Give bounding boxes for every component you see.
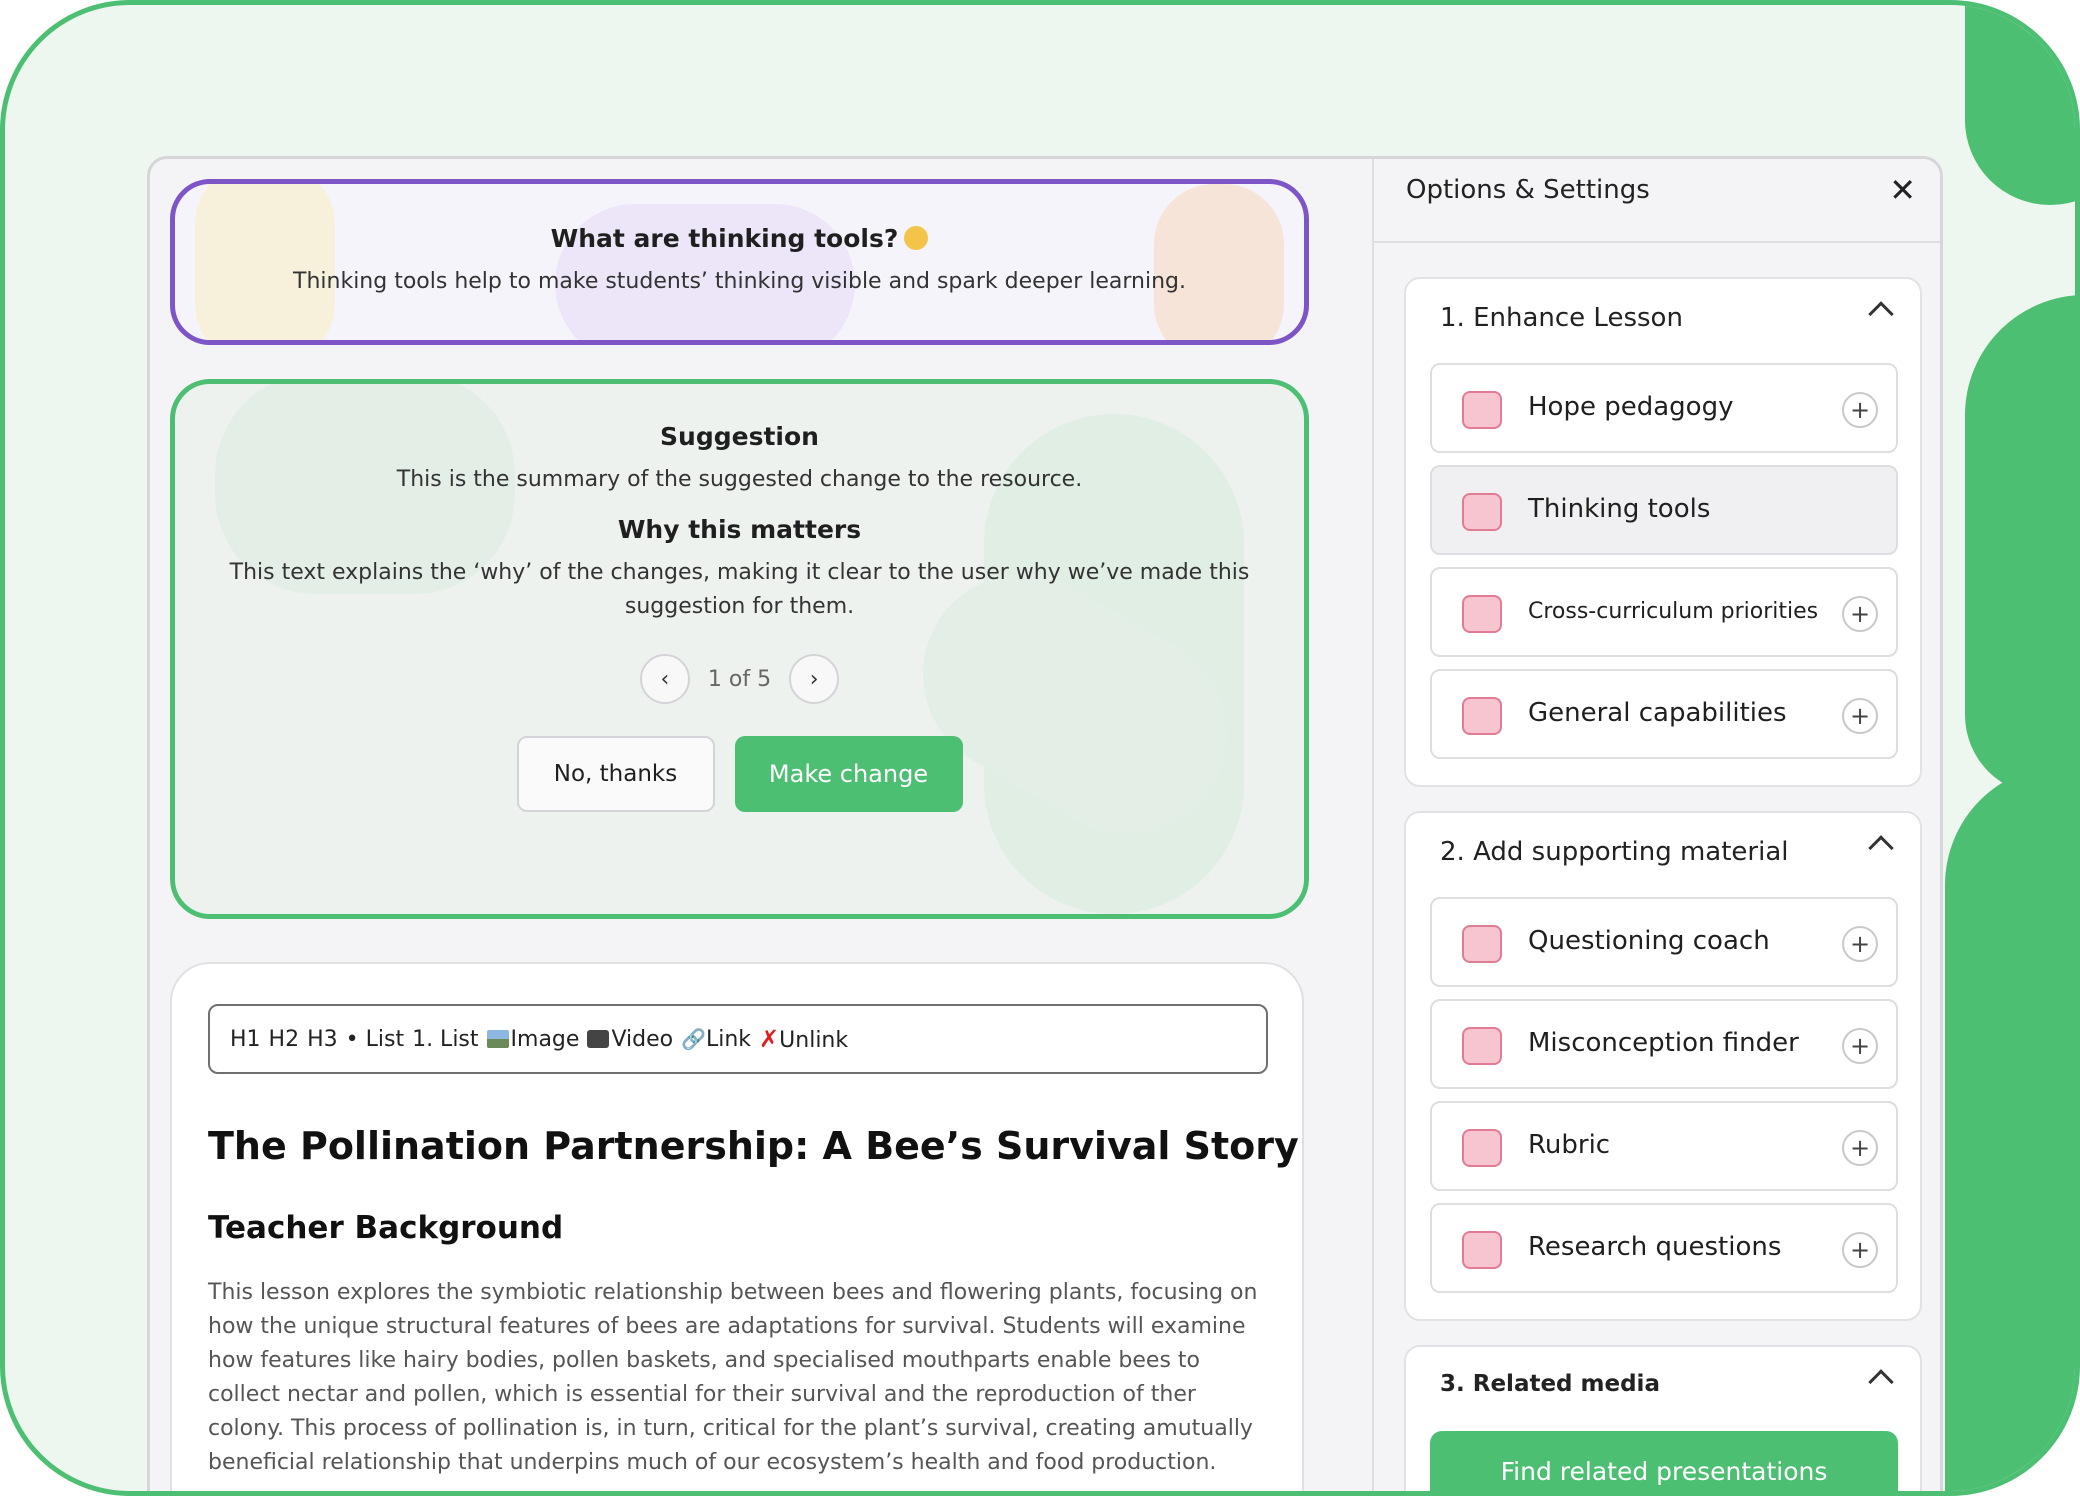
hope-pedagogy-icon bbox=[1462, 391, 1502, 429]
close-icon[interactable]: ✕ bbox=[1889, 171, 1916, 209]
panel-title: Options & Settings bbox=[1406, 175, 1650, 205]
cross-icon: ✗ bbox=[759, 1025, 780, 1053]
chevron-right-icon: › bbox=[809, 666, 819, 692]
option-thinking-tools[interactable]: Thinking tools bbox=[1430, 465, 1898, 555]
open-book-icon bbox=[1462, 1231, 1502, 1269]
video-camera-icon bbox=[587, 1029, 610, 1048]
link-button[interactable]: 🔗Link bbox=[681, 1027, 751, 1052]
background-frame: What are thinking tools? Thinking tools … bbox=[0, 0, 2080, 1496]
info-card-text: Thinking tools help to make students’ th… bbox=[293, 269, 1186, 294]
unlink-button[interactable]: ✗Unlink bbox=[759, 1025, 848, 1053]
why-heading: Why this matters bbox=[617, 515, 862, 544]
chevron-left-icon: ‹ bbox=[660, 666, 670, 692]
pager-count: 1 of 5 bbox=[707, 666, 772, 692]
option-research-questions[interactable]: Research questions + bbox=[1430, 1203, 1898, 1293]
suggestion-card: Suggestion This is the summary of the su… bbox=[170, 379, 1309, 919]
section-supporting-material: 2. Add supporting material Questioning c… bbox=[1404, 811, 1922, 1321]
section-related-media: 3. Related media Find related presentati… bbox=[1404, 1345, 1922, 1491]
add-icon[interactable]: + bbox=[1842, 1232, 1878, 1268]
option-hope-pedagogy[interactable]: Hope pedagogy + bbox=[1430, 363, 1898, 453]
option-cross-curriculum-priorities[interactable]: Cross-curriculum priorities + bbox=[1430, 567, 1898, 657]
document-paragraph[interactable]: This lesson explores the symbiotic relat… bbox=[208, 1276, 1278, 1480]
notebook-icon bbox=[1462, 697, 1502, 735]
chevron-up-icon[interactable] bbox=[1868, 835, 1894, 861]
thinking-tools-info-card: What are thinking tools? Thinking tools … bbox=[170, 179, 1309, 345]
add-icon[interactable]: + bbox=[1842, 392, 1878, 428]
decoration-shape bbox=[1965, 5, 2075, 205]
add-icon[interactable]: + bbox=[1842, 596, 1878, 632]
book-icon bbox=[1462, 595, 1502, 633]
no-thanks-button[interactable]: No, thanks bbox=[516, 736, 715, 812]
why-text: This text explains the ‘why’ of the chan… bbox=[229, 560, 1250, 619]
add-icon[interactable]: + bbox=[1842, 1028, 1878, 1064]
suggestion-pager: ‹ 1 of 5 › bbox=[175, 654, 1304, 704]
make-change-button[interactable]: Make change bbox=[734, 736, 963, 812]
section-title: 3. Related media bbox=[1440, 1371, 1660, 1397]
image-icon bbox=[486, 1029, 509, 1048]
link-icon: 🔗 bbox=[681, 1026, 706, 1051]
numbered-list-button[interactable]: 1. List bbox=[412, 1027, 478, 1052]
h3-button[interactable]: H3 bbox=[307, 1027, 338, 1052]
add-icon[interactable]: + bbox=[1842, 698, 1878, 734]
decoration-shape bbox=[1945, 765, 2075, 1491]
option-rubric[interactable]: Rubric + bbox=[1430, 1101, 1898, 1191]
section-title: 2. Add supporting material bbox=[1440, 837, 1789, 867]
next-suggestion-button[interactable]: › bbox=[789, 654, 840, 704]
add-icon[interactable]: + bbox=[1842, 1130, 1878, 1166]
chevron-up-icon[interactable] bbox=[1868, 301, 1894, 327]
brain-icon bbox=[1462, 493, 1502, 531]
option-questioning-coach[interactable]: Questioning coach + bbox=[1430, 897, 1898, 987]
option-misconception-finder[interactable]: Misconception finder + bbox=[1430, 999, 1898, 1089]
editor-toolbar: H1 H2 H3 • List 1. List Image Video 🔗Lin… bbox=[208, 1004, 1268, 1074]
h1-button[interactable]: H1 bbox=[230, 1027, 261, 1052]
section-enhance-lesson: 1. Enhance Lesson Hope pedagogy + Thinki… bbox=[1404, 277, 1922, 787]
thinking-face-icon bbox=[904, 226, 929, 250]
suggestion-summary: This is the summary of the suggested cha… bbox=[396, 467, 1083, 492]
add-icon[interactable]: + bbox=[1842, 926, 1878, 962]
heart-hands-icon bbox=[1462, 1027, 1502, 1065]
rubric-icon bbox=[1462, 1129, 1502, 1167]
info-card-title: What are thinking tools? bbox=[175, 224, 1304, 253]
document-section-heading[interactable]: Teacher Background bbox=[208, 1210, 563, 1246]
option-general-capabilities[interactable]: General capabilities + bbox=[1430, 669, 1898, 759]
app-window: What are thinking tools? Thinking tools … bbox=[147, 156, 1943, 1491]
chevron-up-icon[interactable] bbox=[1868, 1369, 1894, 1395]
bullet-list-button[interactable]: • List bbox=[346, 1027, 404, 1052]
suggestion-actions: No, thanks Make change bbox=[175, 736, 1304, 812]
image-button[interactable]: Image bbox=[486, 1027, 579, 1052]
find-related-presentations-button[interactable]: Find related presentations bbox=[1430, 1431, 1898, 1491]
options-settings-panel: Options & Settings ✕ 1. Enhance Lesson H… bbox=[1372, 159, 1940, 1491]
panel-header: Options & Settings ✕ bbox=[1374, 159, 1940, 243]
lesson-editor: H1 H2 H3 • List 1. List Image Video 🔗Lin… bbox=[170, 962, 1304, 1491]
previous-suggestion-button[interactable]: ‹ bbox=[639, 654, 690, 704]
suggestion-heading: Suggestion bbox=[660, 422, 819, 451]
h2-button[interactable]: H2 bbox=[269, 1027, 300, 1052]
video-button[interactable]: Video bbox=[587, 1027, 673, 1052]
document-title[interactable]: The Pollination Partnership: A Bee’s Sur… bbox=[208, 1124, 1299, 1168]
section-title: 1. Enhance Lesson bbox=[1440, 303, 1683, 333]
coach-icon bbox=[1462, 925, 1502, 963]
decoration-shape bbox=[1965, 295, 2075, 795]
